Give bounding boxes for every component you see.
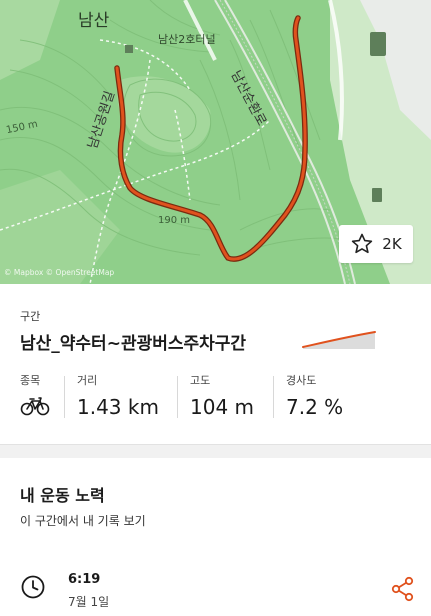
section-separator	[0, 444, 431, 458]
kudos-count: 2K	[382, 235, 402, 253]
stat-sport: 종목	[20, 372, 50, 418]
map-label-tunnel: 남산2호터널	[158, 33, 216, 46]
stat-distance-value: 1.43 km	[77, 395, 159, 419]
stat-elevation: 고도 104 m	[190, 372, 255, 419]
effort-date: 7월 1일	[68, 595, 110, 609]
stat-elevation-value: 104 m	[190, 395, 255, 419]
segment-stats: 종목 거리 1.43 km 고도 104 m 경사도 7.2 %	[0, 372, 431, 422]
stat-grade-label: 경사도	[286, 374, 317, 387]
stat-distance: 거리 1.43 km	[77, 372, 159, 419]
bike-icon	[20, 396, 50, 420]
map-attribution[interactable]: © Mapbox © OpenStreetMap	[4, 268, 114, 277]
stat-divider	[64, 376, 65, 418]
star-icon	[350, 232, 374, 256]
my-performance-section: 내 운동 노력 이 구간에서 내 기록 보기 6:19 7월 1일	[0, 458, 431, 616]
stat-divider	[177, 376, 178, 418]
performance-title: 내 운동 노력	[20, 486, 105, 505]
segment-summary: 구간 남산_약수터~관광버스주차구간 종목 거리 1.43 km 고도 104 …	[0, 284, 431, 444]
map-label-elevation-190: 190 m	[158, 215, 191, 226]
stat-distance-label: 거리	[77, 374, 98, 387]
stat-grade: 경사도 7.2 %	[286, 372, 344, 419]
segment-name: 남산_약수터~관광버스주차구간	[20, 334, 247, 354]
stat-grade-value: 7.2 %	[286, 395, 344, 419]
kudos-button[interactable]: 2K	[339, 225, 413, 263]
clock-icon	[20, 574, 46, 604]
route-map[interactable]: 남산 남산2호터널 150 m 190 m 남산공원길 남산순환로 © Mapb…	[0, 0, 431, 284]
segment-tag: 구간	[20, 310, 41, 323]
effort-time: 6:19	[68, 572, 101, 587]
elevation-profile-icon	[301, 329, 377, 355]
share-icon[interactable]	[391, 576, 415, 606]
effort-row[interactable]: 6:19 7월 1일	[20, 568, 415, 614]
stat-sport-label: 종목	[20, 374, 41, 387]
performance-subtitle[interactable]: 이 구간에서 내 기록 보기	[20, 512, 146, 529]
stat-elevation-label: 고도	[190, 374, 211, 387]
stat-divider	[273, 376, 274, 418]
map-label-namsan: 남산	[78, 11, 110, 31]
